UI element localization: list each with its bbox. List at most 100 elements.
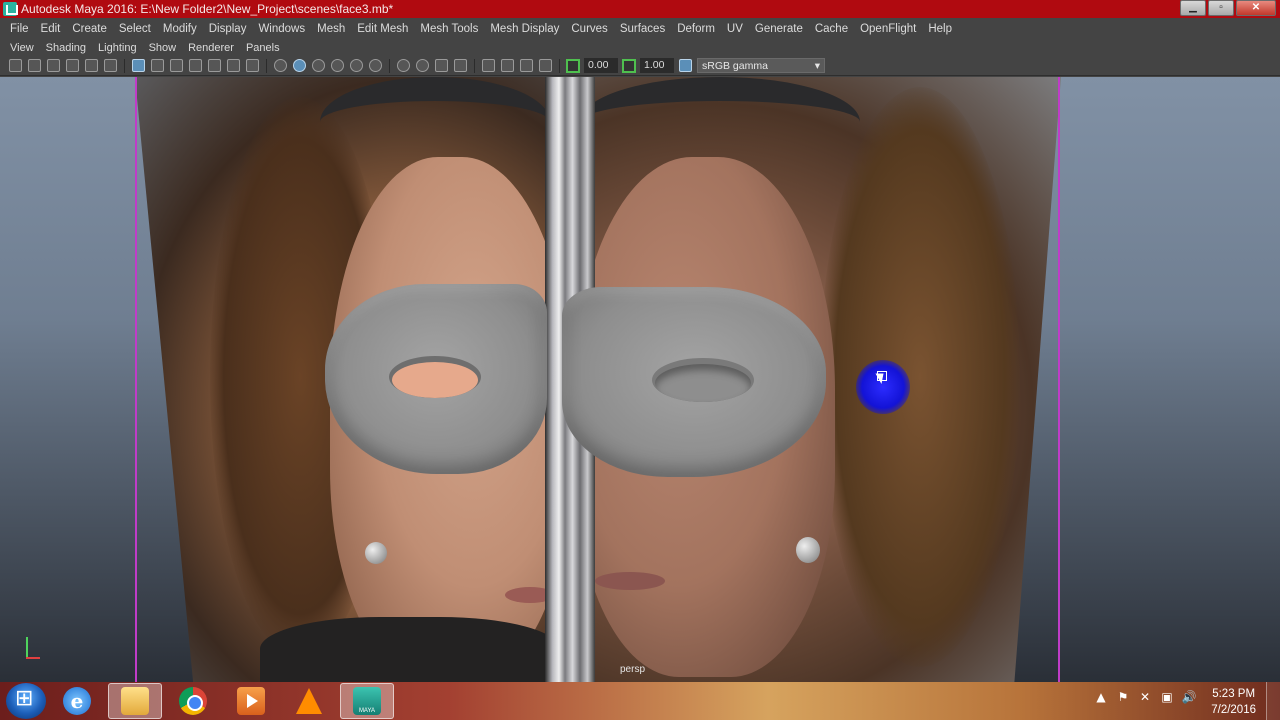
internet-explorer-icon: e bbox=[63, 687, 91, 715]
menu-file[interactable]: File bbox=[4, 23, 35, 35]
cursor-highlight bbox=[856, 360, 910, 414]
xray-icon[interactable] bbox=[501, 59, 514, 72]
menu-modify[interactable]: Modify bbox=[157, 23, 203, 35]
main-menu-bar: File Edit Create Select Modify Display W… bbox=[0, 18, 1280, 39]
panel-toolbar: 0.00 1.00 sRGB gamma ▾ bbox=[0, 56, 1280, 76]
shadows-icon[interactable] bbox=[369, 59, 382, 72]
menu-select[interactable]: Select bbox=[113, 23, 157, 35]
panel-menu-show[interactable]: Show bbox=[143, 42, 183, 54]
use-all-lights-icon[interactable] bbox=[350, 59, 363, 72]
network-icon[interactable]: ✕ bbox=[1137, 690, 1153, 706]
panel-menu-view[interactable]: View bbox=[4, 42, 40, 54]
reference-headband-right bbox=[580, 77, 860, 167]
xray-joints-icon[interactable] bbox=[520, 59, 533, 72]
menu-edit-mesh[interactable]: Edit Mesh bbox=[351, 23, 414, 35]
menu-display[interactable]: Display bbox=[203, 23, 253, 35]
plane-edge-left bbox=[135, 77, 137, 682]
panel-menu-panels[interactable]: Panels bbox=[240, 42, 286, 54]
maya-app-icon[interactable] bbox=[3, 2, 18, 16]
reference-jacket bbox=[260, 617, 560, 682]
menu-mesh[interactable]: Mesh bbox=[311, 23, 351, 35]
maximize-button[interactable]: ▫ bbox=[1208, 0, 1234, 16]
clock-date: 7/2/2016 bbox=[1211, 704, 1256, 716]
safe-action-icon[interactable] bbox=[227, 59, 240, 72]
textured-icon[interactable] bbox=[331, 59, 344, 72]
menu-mesh-tools[interactable]: Mesh Tools bbox=[414, 23, 484, 35]
taskbar-media-player[interactable] bbox=[224, 683, 278, 719]
panel-menu-lighting[interactable]: Lighting bbox=[92, 42, 143, 54]
safe-title-icon[interactable] bbox=[246, 59, 259, 72]
toolbar-separator bbox=[559, 58, 560, 73]
title-bar: Autodesk Maya 2016: E:\New Folder2\New_P… bbox=[0, 0, 1280, 18]
folder-icon bbox=[121, 687, 149, 715]
window-title: Autodesk Maya 2016: E:\New Folder2\New_P… bbox=[21, 2, 394, 16]
show-hidden-icon[interactable]: ▲ bbox=[1093, 690, 1109, 706]
gamma-field[interactable]: 1.00 bbox=[640, 58, 674, 73]
reference-earring-left bbox=[365, 542, 387, 564]
resolution-gate-icon[interactable] bbox=[170, 59, 183, 72]
film-gate-icon[interactable] bbox=[151, 59, 164, 72]
flag-icon[interactable]: ⚑ bbox=[1115, 690, 1131, 706]
view-transform-dropdown[interactable]: sRGB gamma ▾ bbox=[697, 58, 825, 73]
start-orb-icon[interactable] bbox=[6, 683, 46, 719]
isolate-select-icon[interactable] bbox=[482, 59, 495, 72]
taskbar-chrome[interactable] bbox=[166, 683, 220, 719]
grease-pencil-icon[interactable] bbox=[104, 59, 117, 72]
motion-blur-icon[interactable] bbox=[416, 59, 429, 72]
media-player-icon bbox=[237, 687, 265, 715]
menu-help[interactable]: Help bbox=[922, 23, 958, 35]
grid-icon[interactable] bbox=[132, 59, 145, 72]
menu-mesh-display[interactable]: Mesh Display bbox=[484, 23, 565, 35]
taskbar-vlc[interactable] bbox=[282, 683, 336, 719]
2d-pan-zoom-icon[interactable] bbox=[85, 59, 98, 72]
wireframe-icon[interactable] bbox=[274, 59, 287, 72]
toolbar-separator bbox=[389, 58, 390, 73]
menu-openflight[interactable]: OpenFlight bbox=[854, 23, 922, 35]
smooth-shade-icon[interactable] bbox=[293, 59, 306, 72]
camera-name-label: persp bbox=[620, 664, 646, 675]
bookmark-icon[interactable] bbox=[47, 59, 60, 72]
system-tray: ▲ ⚑ ✕ ▣ 🔊 bbox=[1090, 690, 1200, 706]
exposure-field[interactable]: 0.00 bbox=[584, 58, 618, 73]
x-axis-icon bbox=[26, 657, 40, 659]
panel-menu-shading[interactable]: Shading bbox=[40, 42, 92, 54]
menu-cache[interactable]: Cache bbox=[809, 23, 854, 35]
reference-headband-left bbox=[320, 77, 550, 167]
taskbar-file-explorer[interactable] bbox=[108, 683, 162, 719]
close-button[interactable]: ✕ bbox=[1236, 0, 1276, 16]
xray-components-icon[interactable] bbox=[539, 59, 552, 72]
select-camera-icon[interactable] bbox=[9, 59, 22, 72]
volume-icon[interactable]: 🔊 bbox=[1181, 690, 1197, 706]
image-plane-icon[interactable] bbox=[66, 59, 79, 72]
color-management-icon[interactable] bbox=[679, 59, 692, 72]
taskbar-maya[interactable]: MAYA bbox=[340, 683, 394, 719]
gamma-icon[interactable] bbox=[622, 58, 636, 73]
gate-mask-icon[interactable] bbox=[189, 59, 202, 72]
menu-create[interactable]: Create bbox=[66, 23, 113, 35]
menu-surfaces[interactable]: Surfaces bbox=[614, 23, 671, 35]
ambient-occlusion-icon[interactable] bbox=[397, 59, 410, 72]
camera-attributes-icon[interactable] bbox=[28, 59, 41, 72]
taskbar-internet-explorer[interactable]: e bbox=[50, 683, 104, 719]
menu-windows[interactable]: Windows bbox=[252, 23, 311, 35]
panel-menu-renderer[interactable]: Renderer bbox=[182, 42, 240, 54]
depth-of-field-icon[interactable] bbox=[454, 59, 467, 72]
monitor-icon[interactable]: ▣ bbox=[1159, 690, 1175, 706]
chrome-icon bbox=[179, 687, 207, 715]
menu-deform[interactable]: Deform bbox=[671, 23, 721, 35]
menu-curves[interactable]: Curves bbox=[565, 23, 613, 35]
multisample-icon[interactable] bbox=[435, 59, 448, 72]
menu-generate[interactable]: Generate bbox=[749, 23, 809, 35]
menu-uv[interactable]: UV bbox=[721, 23, 749, 35]
maya-icon: MAYA bbox=[353, 687, 381, 715]
field-chart-icon[interactable] bbox=[208, 59, 221, 72]
reference-earring-right bbox=[796, 537, 820, 563]
toolbar-separator bbox=[474, 58, 475, 73]
show-desktop-button[interactable] bbox=[1266, 682, 1280, 720]
taskbar-clock[interactable]: 5:23 PM 7/2/2016 bbox=[1211, 686, 1256, 718]
wireframe-on-shaded-icon[interactable] bbox=[312, 59, 325, 72]
perspective-viewport[interactable]: persp bbox=[0, 77, 1280, 682]
exposure-icon[interactable] bbox=[566, 58, 580, 73]
menu-edit[interactable]: Edit bbox=[35, 23, 67, 35]
minimize-button[interactable]: ▁ bbox=[1180, 0, 1206, 16]
